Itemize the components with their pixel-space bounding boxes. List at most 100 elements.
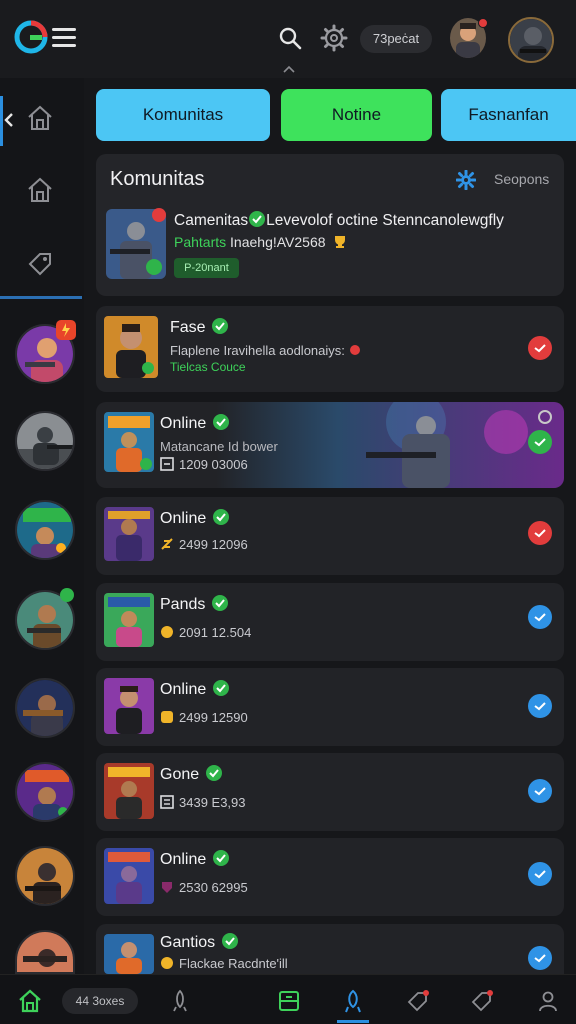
app-logo-icon[interactable] [14,20,48,54]
status-toggle-button[interactable] [528,779,552,803]
rail-avatar-6[interactable] [15,762,75,822]
verified-check-icon [212,509,229,525]
rail-avatar-3[interactable] [15,500,75,560]
row-title: Online [160,850,229,869]
section-title: Komunitas [110,168,205,190]
stat-icon [160,795,174,809]
list-item[interactable]: Pands 2091 12.504 [96,583,564,661]
status-toggle-button[interactable] [528,605,552,629]
row-subtitle: Flaplene Iravihella aodlonaiys: [170,343,361,358]
tag-icon[interactable] [26,250,54,278]
status-toggle-button[interactable] [528,521,552,545]
tab-fasnanfan[interactable]: Fasnanfan [441,89,576,141]
row-title: Online [160,680,229,699]
stat-icon [160,457,174,471]
row-thumbnail [104,507,154,561]
row-title: Pands [160,595,228,614]
rail-avatar-7[interactable] [15,846,75,906]
status-toggle-button[interactable] [528,946,552,970]
verified-check-icon [249,211,266,227]
row-subtitle: 2530 62995 [160,880,248,895]
list-item[interactable]: Online 2530 62995 [96,838,564,916]
rail-avatar-2[interactable] [15,411,75,471]
row-subtitle: Flackae Racdnte'ill [160,956,288,971]
row-title: Fase [170,318,229,337]
rocket-icon[interactable] [168,989,192,1013]
chevron-left-icon[interactable] [3,112,15,128]
status-toggle-button[interactable] [528,430,552,454]
featured-subtitle: Pahtarts Inaehg!AV2568 [174,234,348,250]
verified-check-icon [212,318,229,334]
community-header-card: Komunitas Seopons Camenitas Levevolof oct… [96,154,564,296]
coin-icon [161,538,173,550]
row-thumbnail [104,678,154,734]
gear-icon[interactable] [320,24,348,52]
notification-dot [478,18,488,28]
row-thumbnail [104,593,154,647]
verified-check-icon [212,850,229,866]
home-icon[interactable] [26,104,54,132]
row-title: Online [160,414,229,433]
status-tag: P-20nant [174,258,239,278]
bottom-nav-bar: 44 3oxes [0,974,576,1024]
top-bar: 73peċat [0,0,576,78]
verified-check-icon [212,680,229,696]
verified-check-icon [212,414,229,430]
row-title: Gantios [160,933,238,952]
row-title: Gone [160,765,222,784]
list-item[interactable]: Fase Flaplene Iravihella aodlonaiys: Tie… [96,306,564,392]
featured-headline: Camenitas Levevolof octine Stenncanolewgf… [174,211,504,229]
search-icon[interactable] [278,26,302,50]
row-extra-text: Tielcas Couce [170,360,246,374]
alert-badge-icon [56,320,76,340]
home-icon[interactable] [18,989,42,1013]
row-thumbnail [104,316,158,378]
rail-divider [0,296,82,299]
home-alt-icon[interactable] [26,176,54,204]
row-subtitle: Matancane Id bower [160,439,278,454]
flower-icon [349,345,360,355]
tab-komunitas[interactable]: Komunitas [96,89,270,141]
list-item[interactable]: Online 2499 12096 [96,497,564,575]
status-toggle-button[interactable] [528,694,552,718]
status-toggle-button[interactable] [528,336,552,360]
list-item[interactable]: Online Matancane Id bower 1209 03006 [96,402,564,488]
row-thumbnail [104,934,154,974]
chevron-up-icon[interactable] [282,64,296,74]
row-subtitle: 2499 12590 [160,710,248,725]
list-item[interactable]: Gantios Flackae Racdnte'ill [96,924,564,974]
coin-icon [161,711,173,723]
row-subtitle: 2499 12096 [160,537,248,552]
tag-icon[interactable] [406,989,430,1013]
tab-notine[interactable]: Notine [281,89,432,141]
options-link[interactable]: Seopons [494,171,549,187]
list-item[interactable]: Online 2499 12590 [96,668,564,746]
list-item[interactable]: Gone 3439 E3,93 [96,753,564,831]
user-avatar[interactable] [508,17,554,63]
shield-icon [162,882,172,893]
row-count: 1209 03006 [160,457,248,472]
notification-dot [152,208,166,222]
active-tab-indicator [337,1020,369,1023]
row-subtitle: 2091 12.504 [160,625,251,640]
tag-alt-icon[interactable] [470,989,494,1013]
coin-icon [161,957,173,969]
community-icon[interactable] [341,989,365,1013]
verified-check-icon [211,595,228,611]
coin-icon [161,626,173,638]
verified-check-icon [221,933,238,949]
rail-avatar-5[interactable] [15,678,75,738]
row-thumbnail [104,763,154,819]
inbox-icon[interactable] [277,989,301,1013]
row-thumbnail [104,412,154,472]
settings-gear-icon[interactable] [456,170,476,190]
row-title: Online [160,509,229,528]
profile-icon[interactable] [536,989,560,1013]
status-pill[interactable]: 73peċat [360,25,432,53]
radio-ring-icon[interactable] [538,410,552,424]
boxes-pill[interactable]: 44 3oxes [62,988,138,1014]
row-subtitle: 3439 E3,93 [160,795,246,810]
status-toggle-button[interactable] [528,862,552,886]
row-thumbnail [104,848,154,904]
hamburger-menu-icon[interactable] [52,28,76,48]
